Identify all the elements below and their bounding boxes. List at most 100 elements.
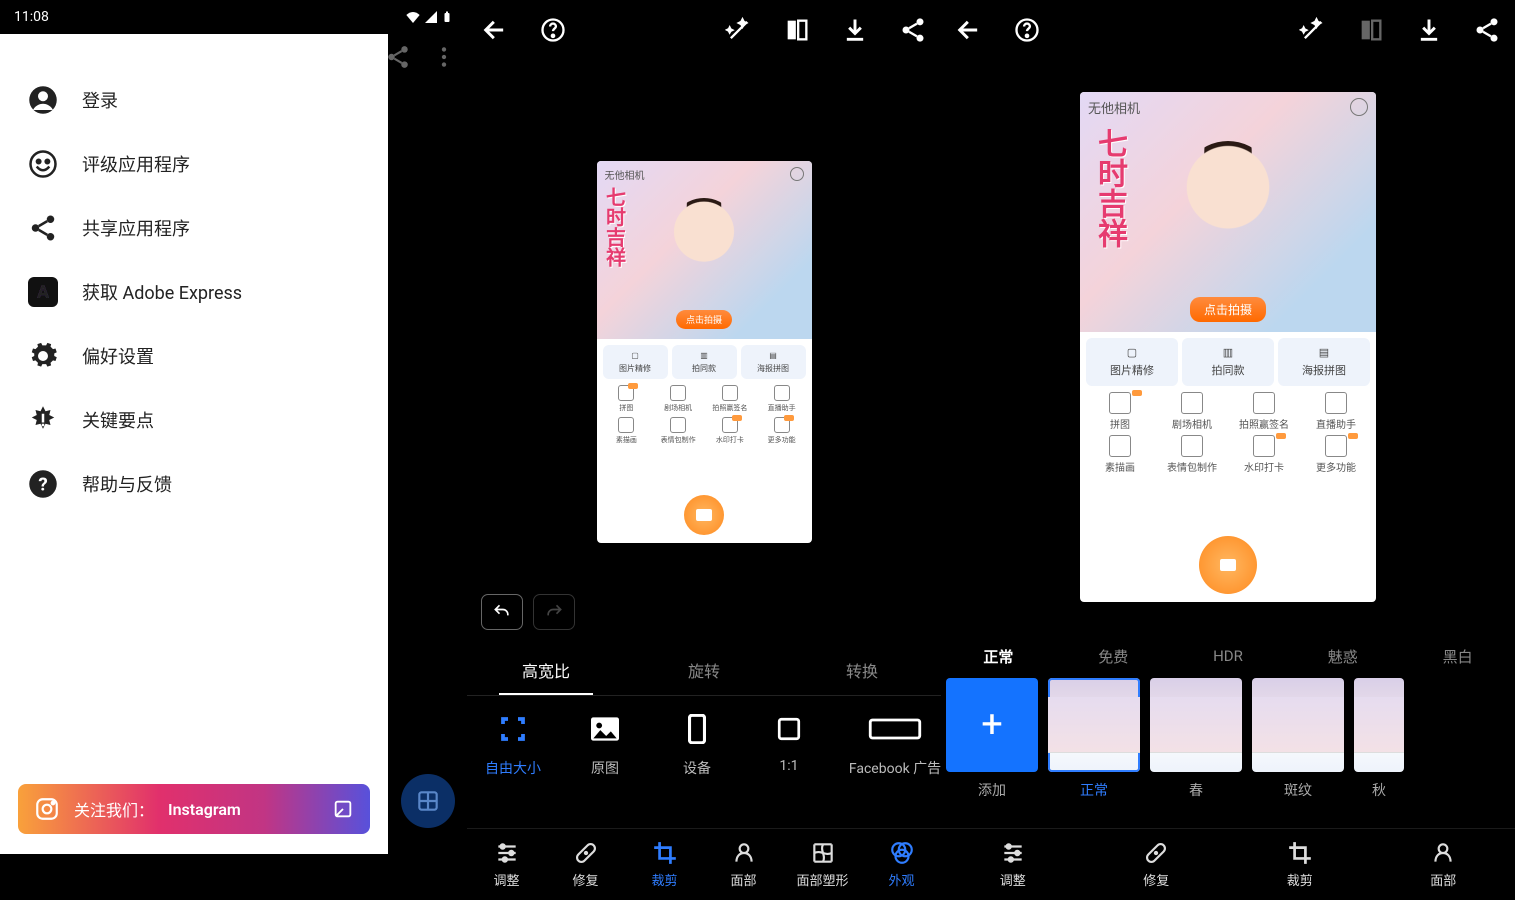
tab-rotate[interactable]: 旋转 <box>625 644 783 695</box>
look-stripe[interactable]: 斑纹 <box>1247 678 1349 828</box>
nav-adjust[interactable]: 调整 <box>467 829 546 900</box>
feature-grid-item: 剧场相机 <box>652 385 704 413</box>
user-icon <box>28 85 58 115</box>
canvas-image: 无他相机 七时吉祥 点击拍摄 ▢图片精修 ▥拍同款 ▤海报拼图 拼图 剧场相机 … <box>1080 92 1376 602</box>
bottom-nav: 调整 修复 裁剪 面部 <box>941 828 1515 900</box>
share-icon <box>385 44 411 70</box>
nav-crop[interactable]: 裁剪 <box>1228 829 1372 900</box>
menu-help[interactable]: ? 帮助与反馈 <box>0 452 388 516</box>
look-cat-hdr[interactable]: HDR <box>1171 634 1286 678</box>
feature-grid-item: 素描画 <box>1084 435 1156 474</box>
ratio-device[interactable]: 设备 <box>651 712 743 778</box>
feature-grid-item: 更多功能 <box>756 417 808 445</box>
gear-icon <box>28 341 58 371</box>
avatar-icon <box>790 167 804 181</box>
panel-drawer: 11:08 登录 评级应用程序 共享应用程序 A 获取 Adobe Expres… <box>0 0 467 900</box>
share-icon[interactable] <box>1473 16 1501 44</box>
portrait-placeholder <box>1173 141 1283 273</box>
feature-grid-item: 拼图 <box>1084 392 1156 431</box>
undo-button[interactable] <box>481 594 523 630</box>
ratio-original[interactable]: 原图 <box>559 712 651 778</box>
tab-aspect-ratio[interactable]: 高宽比 <box>467 644 625 695</box>
look-add[interactable]: +添加 <box>941 678 1043 828</box>
download-icon[interactable] <box>841 16 869 44</box>
look-autumn[interactable]: 秋 <box>1349 678 1409 828</box>
feature-grid-item: 水印打卡 <box>1228 435 1300 474</box>
panel-editor-looks: 无他相机 七时吉祥 点击拍摄 ▢图片精修 ▥拍同款 ▤海报拼图 拼图 剧场相机 … <box>941 0 1515 900</box>
feature-grid-item: 直播助手 <box>1300 392 1372 431</box>
menu-preferences[interactable]: 偏好设置 <box>0 324 388 388</box>
avatar-icon <box>1350 98 1368 116</box>
nav-heal[interactable]: 修复 <box>546 829 625 900</box>
feature-grid-item: 表情包制作 <box>1156 435 1228 474</box>
nav-face[interactable]: 面部 <box>704 829 783 900</box>
look-cat-bw[interactable]: 黑白 <box>1400 634 1515 678</box>
nav-reshape[interactable]: 面部塑形 <box>783 829 862 900</box>
feature-card: ▥拍同款 <box>672 345 737 379</box>
crop-icon <box>652 840 678 866</box>
menu-share[interactable]: 共享应用程序 <box>0 196 388 260</box>
undo-redo-group <box>481 594 575 630</box>
burst-icon <box>28 405 58 435</box>
feature-grid-item: 更多功能 <box>1300 435 1372 474</box>
background-toolbar <box>385 44 457 70</box>
svg-text:?: ? <box>38 473 47 495</box>
download-icon[interactable] <box>1415 16 1443 44</box>
menu-adobe-express[interactable]: A 获取 Adobe Express <box>0 260 388 324</box>
smile-icon <box>28 149 58 179</box>
nav-adjust[interactable]: 调整 <box>941 829 1085 900</box>
redo-button[interactable] <box>533 594 575 630</box>
portrait-placeholder <box>664 198 744 294</box>
follow-instagram-bar[interactable]: 关注我们： Instagram <box>18 784 370 834</box>
feature-grid-item: 剧场相机 <box>1156 392 1228 431</box>
look-thumb <box>1048 678 1140 772</box>
feature-grid-item: 拼图 <box>601 385 653 413</box>
look-spring[interactable]: 春 <box>1145 678 1247 828</box>
panel-editor-crop: 无他相机 七时吉祥 点击拍摄 ▢图片精修 ▥拍同款 ▤海报拼图 拼图 剧场相机 … <box>467 0 941 900</box>
help-icon[interactable] <box>1013 16 1041 44</box>
camera-button <box>684 495 724 535</box>
adobe-express-icon: A <box>28 277 58 307</box>
look-normal[interactable]: 正常 <box>1043 678 1145 828</box>
nav-crop[interactable]: 裁剪 <box>625 829 704 900</box>
feature-card: ▤海报拼图 <box>741 345 806 379</box>
look-cat-charm[interactable]: 魅惑 <box>1285 634 1400 678</box>
editor-topbar <box>467 0 941 60</box>
signal-icon <box>423 9 439 25</box>
tab-transform[interactable]: 转换 <box>783 644 941 695</box>
magic-icon[interactable] <box>1299 16 1327 44</box>
back-icon[interactable] <box>481 16 509 44</box>
feature-grid-item: 直播助手 <box>756 385 808 413</box>
ratio-1x1[interactable]: 1:1 <box>743 712 835 774</box>
menu-rate[interactable]: 评级应用程序 <box>0 132 388 196</box>
banner-cta: 点击拍摄 <box>676 310 732 329</box>
menu-login[interactable]: 登录 <box>0 68 388 132</box>
share-icon[interactable] <box>899 16 927 44</box>
magic-icon[interactable] <box>725 16 753 44</box>
look-thumbnail-row[interactable]: +添加 正常 春 斑纹 秋 <box>941 678 1515 828</box>
mesh-icon <box>810 840 836 866</box>
aspect-ratio-row[interactable]: 自由大小 原图 设备 1:1 Facebook 广告 Faceboo <box>467 696 941 828</box>
nav-looks[interactable]: 外观 <box>862 829 941 900</box>
sliders-icon <box>494 840 520 866</box>
help-icon[interactable] <box>539 16 567 44</box>
compare-icon[interactable] <box>783 16 811 44</box>
menu-label: 共享应用程序 <box>82 215 190 241</box>
look-cat-free[interactable]: 免费 <box>1056 634 1171 678</box>
layout-fab[interactable] <box>401 774 455 828</box>
nav-face[interactable]: 面部 <box>1372 829 1515 900</box>
menu-keypoints[interactable]: 关键要点 <box>0 388 388 452</box>
help-icon: ? <box>28 469 58 499</box>
look-cat-normal[interactable]: 正常 <box>941 634 1056 678</box>
ratio-facebook-ad[interactable]: Facebook 广告 <box>835 712 941 778</box>
look-thumb <box>1252 678 1344 772</box>
back-icon[interactable] <box>955 16 983 44</box>
menu-label: 关键要点 <box>82 407 154 433</box>
editor-canvas[interactable]: 无他相机 七时吉祥 点击拍摄 ▢图片精修 ▥拍同款 ▤海报拼图 拼图 剧场相机 … <box>941 60 1515 634</box>
banner-title: 七时吉祥 <box>1094 128 1124 248</box>
compare-icon[interactable] <box>1357 16 1385 44</box>
nav-heal[interactable]: 修复 <box>1085 829 1229 900</box>
ratio-free[interactable]: 自由大小 <box>467 712 559 778</box>
menu-label: 帮助与反馈 <box>82 471 172 497</box>
editor-canvas[interactable]: 无他相机 七时吉祥 点击拍摄 ▢图片精修 ▥拍同款 ▤海报拼图 拼图 剧场相机 … <box>467 60 941 644</box>
